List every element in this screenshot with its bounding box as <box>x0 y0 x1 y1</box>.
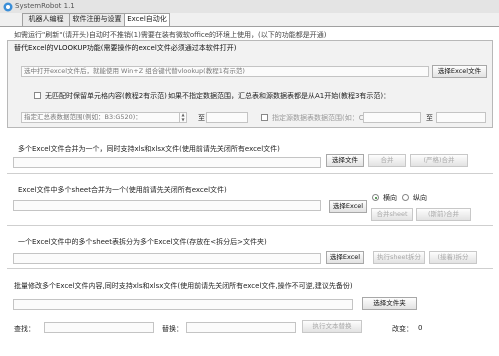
separator <box>7 173 493 174</box>
vertical-radio[interactable] <box>402 194 409 201</box>
summary-range-to-input[interactable] <box>206 112 248 123</box>
app-icon <box>3 2 13 12</box>
batch-replace-title: 批量修改多个Excel文件内容,同时支持xls和xlsx文件(使用前请先关闭所有… <box>14 282 353 290</box>
merge-files-button[interactable]: 合并 <box>368 154 406 167</box>
horizontal-radio-label: 横向 <box>383 194 397 202</box>
vertical-radio-label: 纵向 <box>413 194 427 202</box>
summary-to-label: 至 <box>198 114 205 122</box>
source-range-checkbox[interactable] <box>261 114 268 121</box>
keep-cell-checkbox[interactable] <box>34 92 41 99</box>
source-to-label: 至 <box>426 114 433 122</box>
vlookup-title: 替代Excel的VLOOKUP功能(需要操作的excel文件必须通过本软件打开) <box>14 44 237 52</box>
vlookup-file-input[interactable]: 选中打开excel文件后，就能使用 Win+Z 组合键代替vlookup(教程1… <box>21 66 429 77</box>
merge-files-input[interactable] <box>13 157 321 168</box>
merge-sheets-select-button[interactable]: 选择Excel <box>329 200 367 213</box>
change-count-value: 0 <box>418 324 423 332</box>
split-sheets-title: 一个Excel文件中的多个sheet表拆分为多个Excel文件(存放在<拆分后>… <box>18 238 267 246</box>
source-range-to-input[interactable] <box>436 112 486 123</box>
tab-robot-programming[interactable]: 机器人编程 <box>22 13 70 26</box>
horizontal-radio[interactable] <box>372 194 379 201</box>
split-sheets-button[interactable]: 执行sheet拆分 <box>373 251 425 264</box>
batch-folder-input[interactable] <box>13 299 353 310</box>
replace-input[interactable] <box>186 322 296 333</box>
summary-range-spinner[interactable]: ▲ ▼ <box>179 112 186 123</box>
find-label: 查找： <box>14 325 35 333</box>
execute-replace-button[interactable]: 执行文本替换 <box>302 320 362 333</box>
excel-automation-panel: 如需运行"刷新"(请开头)自动时不推销(1)需要在装有微软office的环境上使… <box>0 26 499 356</box>
separator <box>7 225 493 226</box>
split-sheets-select-button[interactable]: 选择Excel <box>326 251 364 264</box>
change-count-label: 改变： <box>392 325 413 333</box>
title-bar: SystemRobot 1.1 <box>0 0 499 13</box>
keep-cell-label: 无匹配时保留单元格内容(教程2有示范) <box>45 92 167 100</box>
merge-sheets-input[interactable] <box>13 200 321 211</box>
window-title: SystemRobot 1.1 <box>15 2 75 10</box>
merge-sheets-strict-button[interactable]: (斯前)合并 <box>416 208 471 221</box>
merge-sheets-title: Excel文件中多个sheet合并为一个(使用前请先关闭所有excel文件) <box>18 186 227 194</box>
replace-label: 替换： <box>162 325 183 333</box>
vlookup-section: 替代Excel的VLOOKUP功能(需要操作的excel文件必须通过本软件打开)… <box>7 40 493 128</box>
merge-files-title: 多个Excel文件合并为一个，同时支持xls和xlsx文件(使用前请先关闭所有e… <box>18 145 280 153</box>
merge-files-select-button[interactable]: 选择文件 <box>326 154 364 167</box>
merge-sheets-button[interactable]: 合并sheet <box>371 208 413 221</box>
tab-registration-settings[interactable]: 软件注册与设置 <box>69 13 125 26</box>
notice-text: 如需运行"刷新"(请开头)自动时不推销(1)需要在装有微软office的环境上使… <box>14 31 327 39</box>
split-sheets-input[interactable] <box>13 253 321 264</box>
range-hint-text: 如果不指定数据范围，汇总表和源数据表都是从A1开始(教程3有示范)： <box>168 92 391 100</box>
merge-files-strict-button[interactable]: (严格)合并 <box>410 154 468 167</box>
tab-excel-automation[interactable]: Excel自动化 <box>124 13 170 27</box>
find-input[interactable] <box>44 322 154 333</box>
summary-range-from-input[interactable]: 指定汇总表数据范围(例如：B3:G520)： <box>21 112 187 123</box>
separator <box>7 268 493 269</box>
select-folder-button[interactable]: 选择文件夹 <box>362 297 417 310</box>
source-range-from-input[interactable] <box>363 112 421 123</box>
vlookup-select-file-button[interactable]: 选择Excel文件 <box>432 65 487 78</box>
split-sheets-next-button[interactable]: (接着)拆分 <box>429 251 477 264</box>
